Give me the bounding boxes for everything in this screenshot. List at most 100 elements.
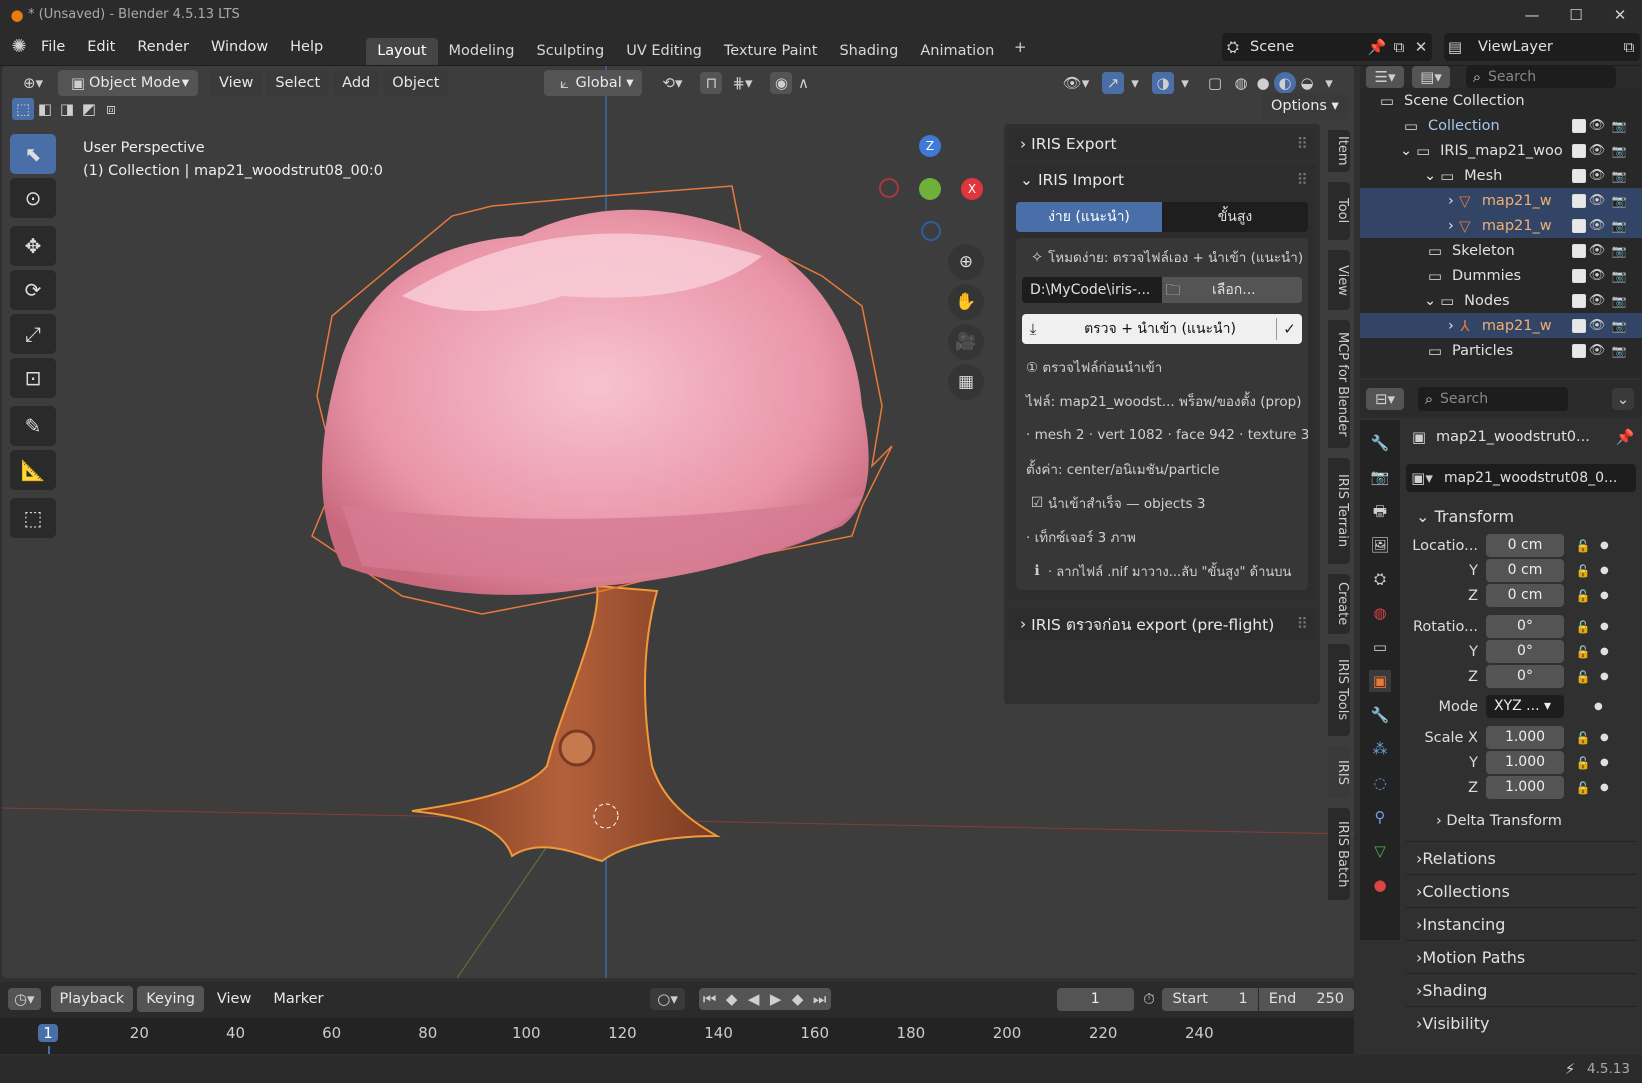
eye-icon[interactable]: 👁 (1586, 190, 1608, 212)
timeline-menu-keying[interactable]: Keying ▾ (137, 986, 204, 1033)
material-shading-icon[interactable]: ◐ (1274, 72, 1296, 94)
particles-tab-icon[interactable]: ⁂ (1369, 738, 1391, 760)
tab-sculpting[interactable]: Sculpting (525, 38, 615, 65)
lock-icon[interactable]: 🔓 (1572, 535, 1594, 557)
scale-tool-icon[interactable]: ⤢ (10, 314, 56, 354)
rotation-x-field[interactable]: 0° (1486, 615, 1564, 638)
view-layer-selector[interactable]: ▤ ViewLayer ⧉ (1444, 33, 1640, 61)
exclude-checkbox[interactable] (1572, 318, 1586, 333)
camera-icon[interactable]: 📷 (1608, 240, 1630, 262)
outliner-row[interactable]: › ▽ map21_w 👁 📷 (1360, 188, 1642, 213)
camera-icon[interactable]: 📷 (1608, 190, 1630, 212)
current-frame-field[interactable]: 1 (1056, 987, 1134, 1011)
lock-icon[interactable]: 🔓 (1572, 727, 1594, 749)
viewport-menu-add[interactable]: Add (333, 70, 380, 96)
file-path-input[interactable]: D:\MyCode\iris-... (1022, 277, 1162, 303)
keyframe-dot-icon[interactable]: ● (1600, 590, 1609, 601)
select-invert-icon[interactable]: ◩ (78, 98, 100, 120)
location-y-field[interactable]: 0 cm (1486, 559, 1564, 582)
tab-animation[interactable]: Animation (909, 38, 1005, 65)
timeline-menu-view[interactable]: View ▾ (208, 986, 260, 1033)
eye-icon[interactable]: 👁 (1586, 315, 1608, 337)
viewport-menu-select[interactable]: Select (266, 70, 330, 96)
play-reverse-icon[interactable]: ◀ (743, 988, 765, 1010)
select-box-tool-icon[interactable]: ⬉ (10, 134, 56, 174)
section-shading[interactable]: › Shading (1406, 973, 1636, 1006)
exclude-checkbox[interactable] (1572, 293, 1586, 308)
camera-icon[interactable]: 📷 (1608, 140, 1630, 162)
pin-icon[interactable]: 📌 (1366, 36, 1388, 58)
sidebar-tab-mcp-for-blender[interactable]: MCP for Blender (1328, 320, 1350, 448)
jump-start-icon[interactable]: ⏮ (699, 988, 721, 1010)
keyframe-dot-icon[interactable]: ● (1600, 782, 1609, 793)
outliner-row[interactable]: ⌄ ▭ Mesh 👁 📷 (1360, 163, 1642, 188)
eye-icon[interactable]: 👁 (1586, 265, 1608, 287)
sidebar-tab-tool[interactable]: Tool (1328, 182, 1350, 240)
camera-icon[interactable]: 📷 (1608, 165, 1630, 187)
section-visibility[interactable]: › Visibility (1406, 1006, 1636, 1039)
viewport-menu-view[interactable]: View (210, 70, 263, 96)
start-frame-field[interactable]: Start 1 (1162, 987, 1258, 1011)
sidebar-tab-iris[interactable]: IRIS (1328, 746, 1350, 798)
properties-editor-icon[interactable]: ⊟▾ (1366, 388, 1404, 410)
sidebar-tab-iris-terrain[interactable]: IRIS Terrain (1328, 458, 1350, 564)
select-new-icon[interactable]: ⬚ (12, 98, 34, 120)
iris-import-header[interactable]: ⌄ IRIS Import ⠿ (1008, 164, 1316, 196)
browse-button[interactable]: 🗀 เลือก... (1162, 277, 1302, 303)
tab-simple[interactable]: ง่าย (แนะนำ) (1016, 202, 1162, 232)
falloff-icon[interactable]: ∧ (792, 72, 814, 94)
object-tab-icon[interactable]: ▣ (1369, 670, 1391, 692)
view-layer-tab-icon[interactable]: 🖼 (1369, 534, 1391, 556)
transform-header[interactable]: ⌄ Transform (1406, 500, 1636, 533)
move-tool-icon[interactable]: ✥ (10, 226, 56, 266)
sidebar-tab-iris-tools[interactable]: IRIS Tools (1328, 644, 1350, 736)
end-frame-field[interactable]: End 250 (1258, 987, 1354, 1011)
menu-help[interactable]: Help (279, 34, 334, 60)
copy-layer-icon[interactable]: ⧉ (1618, 36, 1640, 58)
lock-icon[interactable]: 🔓 (1572, 752, 1594, 774)
object-data-selector[interactable]: ▣▾ map21_woodstrut08_0... (1406, 464, 1636, 492)
options-dropdown[interactable]: Options ▾ (1262, 93, 1348, 119)
exclude-checkbox[interactable] (1572, 118, 1586, 133)
camera-icon[interactable]: 📷 (1608, 340, 1630, 362)
section-relations[interactable]: › Relations (1406, 841, 1636, 874)
gizmo-dropdown-icon[interactable]: ▾ (1124, 72, 1146, 94)
wireframe-shading-icon[interactable]: ◍ (1230, 72, 1252, 94)
zoom-icon[interactable]: ⊕ (948, 244, 984, 280)
jump-end-icon[interactable]: ⏭ (809, 988, 831, 1010)
exclude-checkbox[interactable] (1572, 268, 1586, 283)
data-tab-icon[interactable]: ▽ (1369, 840, 1391, 862)
tree-trunk[interactable] (411, 584, 721, 863)
render-tab-icon[interactable]: 📷 (1369, 466, 1391, 488)
next-keyframe-icon[interactable]: ◆ (787, 988, 809, 1010)
eye-icon[interactable]: 👁 (1586, 165, 1608, 187)
outliner-row[interactable]: ⌄ ▭ IRIS_map21_woo 👁 📷 (1360, 138, 1642, 163)
location-x-field[interactable]: 0 cm (1486, 534, 1564, 557)
camera-icon[interactable]: 📷 (1608, 215, 1630, 237)
gizmo-z-axis[interactable]: Z (919, 135, 941, 157)
iris-preflight-header[interactable]: › IRIS ตรวจก่อน export (pre-flight) ⠿ (1008, 608, 1316, 640)
pan-icon[interactable]: ✋ (948, 284, 984, 320)
viewport-menu-object[interactable]: Object (383, 70, 449, 96)
import-button[interactable]: ⤓ ตรวจ + นำเข้า (แนะนำ) ✓ (1022, 314, 1302, 344)
rotation-mode-dropdown[interactable]: XYZ ... ▾ (1486, 695, 1564, 718)
eye-icon[interactable]: 👁 (1586, 290, 1608, 312)
xray-icon[interactable]: ▢ (1204, 72, 1226, 94)
rotate-tool-icon[interactable]: ⟳ (10, 270, 56, 310)
visibility-icon[interactable]: 👁▾ (1056, 72, 1096, 94)
gizmo-x-axis[interactable]: X (961, 178, 983, 200)
lock-icon[interactable]: 🔓 (1572, 585, 1594, 607)
section-motion-paths[interactable]: › Motion Paths (1406, 940, 1636, 973)
mode-dropdown[interactable]: ▣ Object Mode ▾ (58, 70, 198, 96)
keyframe-icon[interactable]: ○▾ (650, 988, 685, 1010)
annotate-tool-icon[interactable]: ✎ (10, 406, 56, 446)
properties-search-input[interactable]: ⌕ Search (1418, 387, 1568, 411)
sidebar-tab-create[interactable]: Create (1328, 574, 1350, 634)
gizmo-y-axis[interactable] (919, 178, 941, 200)
exclude-checkbox[interactable] (1572, 243, 1586, 258)
keyframe-dot-icon[interactable]: ● (1600, 646, 1609, 657)
timeline-menu-playback[interactable]: Playback ▾ (50, 986, 134, 1033)
overlay-dropdown-icon[interactable]: ▾ (1174, 72, 1196, 94)
tab-layout[interactable]: Layout (366, 38, 438, 65)
rendered-shading-icon[interactable]: ◒ (1296, 72, 1318, 94)
